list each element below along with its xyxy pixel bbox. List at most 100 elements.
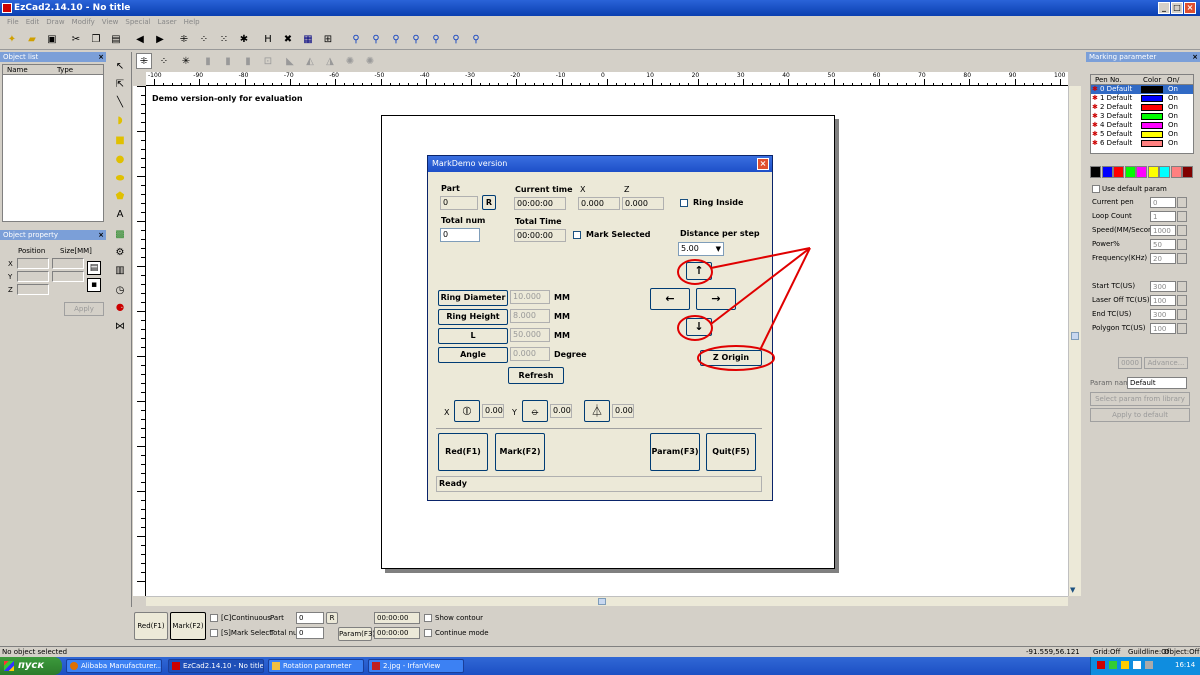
- col-color[interactable]: Color: [1143, 76, 1161, 84]
- pen-row[interactable]: ✱ 4 Default On: [1091, 121, 1193, 130]
- menu-item[interactable]: Edit: [26, 18, 40, 26]
- rotate-x-icon[interactable]: ⦶: [454, 400, 480, 422]
- task-rotation[interactable]: Rotation parameter: [268, 659, 364, 673]
- tray-icon[interactable]: [1121, 661, 1129, 669]
- tray-icon[interactable]: [1109, 661, 1117, 669]
- vector-file-icon[interactable]: ⚙: [112, 244, 128, 260]
- pen-color-swatch[interactable]: [1141, 113, 1163, 120]
- new-file-icon[interactable]: ✦: [4, 31, 20, 47]
- align-icon[interactable]: ✳: [178, 53, 194, 69]
- param-value[interactable]: 0: [1150, 197, 1176, 208]
- menu-item[interactable]: Laser: [158, 18, 177, 26]
- spinner[interactable]: [1177, 309, 1187, 320]
- move-down-button[interactable]: ↓: [686, 318, 712, 336]
- refresh-button[interactable]: Refresh: [508, 367, 564, 384]
- menu-item[interactable]: Help: [184, 18, 200, 26]
- pos-x-field[interactable]: [17, 258, 49, 269]
- quit-button[interactable]: Quit(F5): [706, 433, 756, 471]
- tray-icon[interactable]: [1145, 661, 1153, 669]
- ring-diameter-button[interactable]: Ring Diameter: [438, 290, 508, 306]
- vertical-scrollbar[interactable]: ▼: [1068, 86, 1081, 596]
- rectangle-icon[interactable]: ■: [112, 132, 128, 148]
- tools-icon[interactable]: ✖: [280, 31, 296, 47]
- l-value[interactable]: 50.000: [510, 328, 550, 342]
- mark-select-checkbox[interactable]: [210, 629, 218, 637]
- mirror-h-icon[interactable]: ◭: [302, 53, 318, 69]
- object-list[interactable]: Name Type: [2, 64, 104, 222]
- paste-icon[interactable]: ▤: [108, 31, 124, 47]
- dialog-close-button[interactable]: ×: [757, 158, 769, 170]
- pen-color-swatch[interactable]: [1141, 95, 1163, 102]
- pen-row[interactable]: ✱ 2 Default On: [1091, 103, 1193, 112]
- pos-y-field[interactable]: [17, 271, 49, 282]
- move-up-button[interactable]: ↑: [686, 262, 712, 280]
- menu-item[interactable]: File: [7, 18, 19, 26]
- param-value[interactable]: 100: [1150, 323, 1176, 334]
- minimize-button[interactable]: _: [1158, 2, 1170, 14]
- pen-row[interactable]: ✱ 0 Default On: [1091, 85, 1193, 94]
- scroll-thumb[interactable]: [1071, 332, 1079, 340]
- spinner[interactable]: [1177, 197, 1187, 208]
- undo-icon[interactable]: ◀: [132, 31, 148, 47]
- encoder-icon[interactable]: ⋈: [112, 318, 128, 334]
- menu-item[interactable]: Draw: [46, 18, 64, 26]
- advance-button[interactable]: Advance...: [1144, 357, 1188, 369]
- mirror-v-icon[interactable]: ◮: [322, 53, 338, 69]
- lock-ratio-icon[interactable]: ▤: [87, 261, 101, 275]
- tray-icon[interactable]: [1097, 661, 1105, 669]
- distance-select[interactable]: 5.00 ▼: [678, 242, 724, 256]
- rotate-y-icon[interactable]: ⦵: [522, 400, 548, 422]
- node-edit-icon[interactable]: ⁘: [156, 53, 172, 69]
- task-irfanview[interactable]: 2.jpg - IrfanView: [368, 659, 464, 673]
- param-value[interactable]: 100: [1150, 295, 1176, 306]
- palette-swatch[interactable]: [1113, 166, 1124, 178]
- rotate-z-icon[interactable]: ⏃: [584, 400, 610, 422]
- bottom-red-button[interactable]: Red(F1): [134, 612, 168, 640]
- apply-button[interactable]: Apply: [64, 302, 104, 316]
- spinner[interactable]: [1177, 211, 1187, 222]
- dimension-icon[interactable]: ⊞: [320, 31, 336, 47]
- curve-icon[interactable]: ◗: [112, 112, 128, 128]
- text-icon[interactable]: A: [112, 206, 128, 222]
- col-on[interactable]: On/: [1167, 76, 1179, 84]
- palette-swatch[interactable]: [1136, 166, 1147, 178]
- col-name[interactable]: Name: [7, 66, 28, 74]
- small-button[interactable]: 0000: [1118, 357, 1142, 369]
- pointer-icon[interactable]: ↖: [112, 58, 128, 74]
- pen-row[interactable]: ✱ 3 Default On: [1091, 112, 1193, 121]
- bottom-reset-button[interactable]: R: [326, 612, 338, 624]
- save-icon[interactable]: ▣: [44, 31, 60, 47]
- angle-button[interactable]: Angle: [438, 347, 508, 363]
- red-button[interactable]: Red(F1): [438, 433, 488, 471]
- node-pointer-icon[interactable]: ⇱: [112, 76, 128, 92]
- status-object[interactable]: Object:Off: [1164, 648, 1200, 656]
- use-default-checkbox[interactable]: [1092, 185, 1100, 193]
- group-icon[interactable]: ⁘: [196, 31, 212, 47]
- fit-icon[interactable]: ⊡: [260, 53, 276, 69]
- task-browser[interactable]: Alibaba Manufacturer...: [66, 659, 162, 673]
- close-button[interactable]: ×: [1184, 2, 1196, 14]
- pen-color-swatch[interactable]: [1141, 131, 1163, 138]
- ring-diameter-value[interactable]: 10.000: [510, 290, 550, 304]
- param-name-value[interactable]: Default: [1127, 377, 1187, 389]
- param-value[interactable]: 50: [1150, 239, 1176, 250]
- close-icon[interactable]: ×: [98, 52, 104, 62]
- continue-mode-checkbox[interactable]: [424, 629, 432, 637]
- status-grid[interactable]: Grid:Off: [1093, 648, 1120, 656]
- palette-swatch[interactable]: [1101, 166, 1113, 178]
- preview-icon[interactable]: ✺: [342, 53, 358, 69]
- spinner[interactable]: [1177, 323, 1187, 334]
- select-nodes-icon[interactable]: ⁜: [176, 31, 192, 47]
- menu-item[interactable]: Special: [125, 18, 150, 26]
- size-x-field[interactable]: [52, 258, 84, 269]
- z-origin-button[interactable]: Z Origin: [700, 350, 762, 366]
- maximize-button[interactable]: □: [1171, 2, 1183, 14]
- palette-swatch[interactable]: [1147, 166, 1159, 178]
- palette-swatch[interactable]: [1159, 166, 1170, 178]
- bottom-total-value[interactable]: 0: [296, 627, 324, 639]
- total-num-input[interactable]: 0: [440, 228, 480, 242]
- ring-height-value[interactable]: 8.000: [510, 309, 550, 323]
- ellipse-icon[interactable]: ⬬: [112, 170, 128, 186]
- param-value[interactable]: 20: [1150, 253, 1176, 264]
- lock-all-icon[interactable]: ▮: [220, 53, 236, 69]
